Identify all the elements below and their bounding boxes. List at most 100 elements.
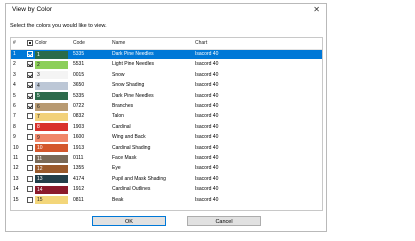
thread-name: Light Pine Needles [112,61,154,68]
thread-code: 1913 [73,144,85,151]
table-row[interactable]: 11 11 0111 Face Mask Isacord 40 [11,154,322,163]
row-checkbox-cell[interactable] [26,144,35,153]
thread-chart: Isacord 40 [195,123,219,130]
row-checkbox-cell[interactable] [26,196,35,205]
col-header-color-label: Color [35,40,47,46]
col-header-name[interactable]: Name [112,38,192,49]
table-row[interactable]: 12 12 1355 Eye Isacord 40 [11,164,322,173]
row-checkbox[interactable] [27,155,33,161]
swatch-number: 6 [37,103,40,110]
row-number: 12 [13,165,19,172]
color-cell: 4 [35,81,69,90]
thread-code: 0111 [73,155,84,161]
swatch-number: 4 [37,82,40,89]
row-number: 13 [13,175,19,182]
row-checkbox-cell[interactable] [26,102,35,111]
thread-name: Snow Shading [112,82,145,89]
swatch-number: 3 [37,72,40,79]
row-checkbox[interactable] [27,186,33,193]
table-row[interactable]: 9 9 1600 Wing and Back Isacord 40 [11,133,322,142]
color-table: # Color ^ Code Name Chart 115335Dark Pin… [10,37,323,211]
row-checkbox[interactable] [27,61,33,68]
table-row[interactable]: 3 3 0015 Snow Isacord 40 [11,71,322,80]
col-header-select-all[interactable] [26,38,35,49]
row-number: 10 [13,144,19,151]
row-checkbox[interactable] [27,71,33,78]
row-checkbox-cell[interactable] [26,133,35,142]
swatch-number: 14 [37,186,43,193]
color-cell: 11 [35,154,69,163]
row-checkbox[interactable] [27,113,33,120]
col-header-chart[interactable]: Chart [195,38,240,49]
thread-code: 0832 [73,113,85,120]
color-swatch: 7 [35,112,68,121]
row-checkbox[interactable] [27,82,33,89]
row-checkbox[interactable] [27,51,33,57]
row-checkbox[interactable] [27,103,33,109]
row-checkbox-cell[interactable] [26,81,35,90]
table-row[interactable]: 10 10 1913 Cardinal Shading Isacord 40 [11,144,322,153]
color-cell: 15 [35,196,69,205]
color-swatch: 3 [35,71,68,80]
thread-name: Dark Pine Needles [112,92,154,99]
thread-name: Talon [112,113,124,120]
close-icon[interactable]: ✕ [313,5,320,14]
thread-code: 5335 [73,92,85,99]
row-checkbox-cell[interactable] [26,112,35,121]
row-checkbox-cell[interactable] [26,185,35,194]
select-all-checkbox[interactable] [27,40,33,46]
col-header-num[interactable]: # [13,38,25,49]
row-checkbox[interactable] [27,175,33,182]
table-row[interactable]: 15 15 0811 Beak Isacord 40 [11,196,322,205]
row-checkbox-cell[interactable] [26,60,35,69]
thread-chart: Isacord 40 [195,103,219,109]
col-header-code[interactable]: Code [73,38,108,49]
table-row[interactable]: 13 13 4174 Pupil and Mask Shading Isacord 40 [11,175,322,184]
row-checkbox-cell[interactable] [26,123,35,132]
row-checkbox-cell[interactable] [26,154,35,163]
thread-chart: Isacord 40 [195,113,219,120]
ok-button[interactable]: OK [92,216,166,226]
table-row[interactable]: 14 14 1912 Cardinal Outlines Isacord 40 [11,185,322,194]
color-cell: 9 [35,133,69,142]
cancel-button[interactable]: Cancel [187,216,261,226]
table-row[interactable]: 5 5 5335 Dark Pine Needles Isacord 40 [11,92,322,101]
table-row[interactable]: 7 7 0832 Talon Isacord 40 [11,112,322,121]
col-header-color[interactable]: Color ^ [35,38,69,49]
table-row[interactable]: 1 1 5335 Dark Pine Needles Isacord 40 [11,50,322,59]
row-checkbox-cell[interactable] [26,175,35,184]
row-checkbox[interactable] [27,144,33,151]
row-checkbox-cell[interactable] [26,164,35,173]
row-checkbox[interactable] [27,123,33,130]
row-checkbox-cell[interactable] [26,92,35,101]
thread-name: Face Mask [112,155,137,161]
row-checkbox[interactable] [27,165,33,172]
color-cell: 8 [35,123,69,132]
row-checkbox-cell[interactable] [26,71,35,80]
swatch-number: 1 [37,51,40,58]
thread-code: 0015 [73,71,85,78]
table-row[interactable]: 4 4 3650 Snow Shading Isacord 40 [11,81,322,90]
row-checkbox-cell[interactable] [26,50,35,59]
color-cell: 14 [35,185,69,194]
thread-chart: Isacord 40 [195,155,219,161]
title-bar: View by Color ✕ [6,4,326,18]
table-header: # Color ^ Code Name Chart [11,38,322,50]
thread-name: Branches [112,103,134,109]
swatch-number: 10 [37,145,43,152]
thread-chart: Isacord 40 [195,61,219,68]
table-row[interactable]: 6 6 0722 Branches Isacord 40 [11,102,322,111]
row-checkbox[interactable] [27,134,33,141]
thread-name: Cardinal [112,123,131,130]
thread-chart: Isacord 40 [195,165,219,172]
row-checkbox[interactable] [27,92,33,99]
color-cell: 10 [35,144,69,153]
thread-name: Dark Pine Needles [112,51,154,57]
table-row[interactable]: 8 8 1903 Cardinal Isacord 40 [11,123,322,132]
table-row[interactable]: 2 2 5531 Light Pine Needles Isacord 40 [11,60,322,69]
thread-chart: Isacord 40 [195,82,219,89]
thread-chart: Isacord 40 [195,71,219,78]
thread-code: 1355 [73,165,85,172]
row-checkbox[interactable] [27,196,33,203]
color-swatch: 15 [35,196,68,205]
